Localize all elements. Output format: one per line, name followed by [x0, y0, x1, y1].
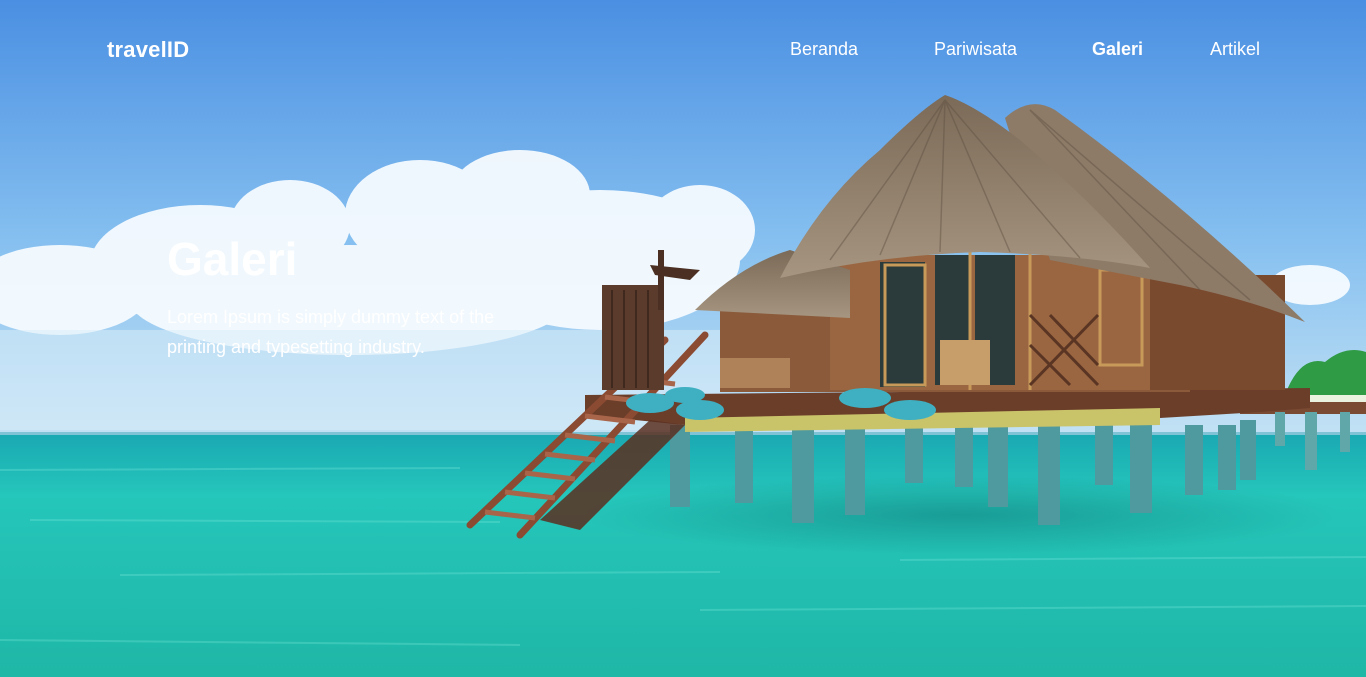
nav-link-artikel[interactable]: Artikel — [1210, 39, 1260, 60]
nav-link-galeri[interactable]: Galeri — [1092, 39, 1143, 60]
nav-link-beranda[interactable]: Beranda — [790, 39, 858, 60]
hero-section: travelID Beranda Pariwisata Galeri Artik… — [0, 0, 1366, 677]
brand-logo[interactable]: travelID — [107, 37, 189, 63]
nav-link-pariwisata[interactable]: Pariwisata — [934, 39, 1017, 60]
top-navbar: travelID Beranda Pariwisata Galeri Artik… — [0, 0, 1366, 100]
hero-description: Lorem Ipsum is simply dummy text of the … — [167, 307, 495, 357]
hero-title: Galeri — [167, 233, 298, 285]
hero-text-block: Galeri Lorem Ipsum is simply dummy text … — [167, 228, 547, 362]
